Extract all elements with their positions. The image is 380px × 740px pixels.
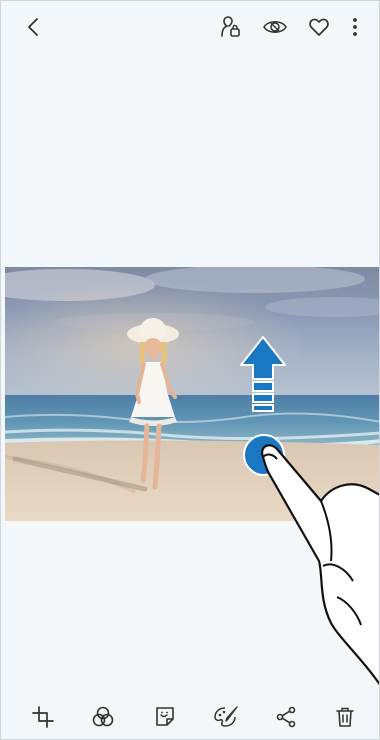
view-button[interactable] — [259, 11, 291, 43]
portrait-effect-button[interactable] — [214, 11, 246, 43]
chevron-left-icon — [28, 18, 38, 36]
view-icon — [263, 21, 287, 33]
more-vertical-icon — [353, 18, 357, 36]
back-button[interactable] — [18, 11, 50, 43]
filter-button[interactable] — [87, 701, 119, 733]
heart-icon — [309, 18, 329, 36]
share-button[interactable] — [270, 701, 302, 733]
more-options-button[interactable] — [339, 11, 371, 43]
favorite-button[interactable] — [303, 11, 335, 43]
share-icon — [276, 706, 296, 728]
filter-icon — [92, 706, 114, 727]
girl-on-beach-photo — [5, 267, 379, 521]
sticker-button[interactable] — [149, 701, 181, 733]
edit-button[interactable] — [27, 701, 59, 733]
delete-button[interactable] — [329, 701, 361, 733]
sticker-icon — [156, 707, 174, 726]
trash-icon — [336, 707, 354, 727]
crop-icon — [32, 706, 54, 728]
bottom-toolbar — [1, 697, 379, 737]
portrait-effect-icon — [221, 16, 240, 37]
paint-button[interactable] — [210, 701, 242, 733]
top-bar — [1, 1, 379, 53]
paint-icon — [214, 706, 238, 727]
gallery-photo-viewer — [0, 0, 380, 740]
beach-photo[interactable] — [5, 267, 379, 521]
